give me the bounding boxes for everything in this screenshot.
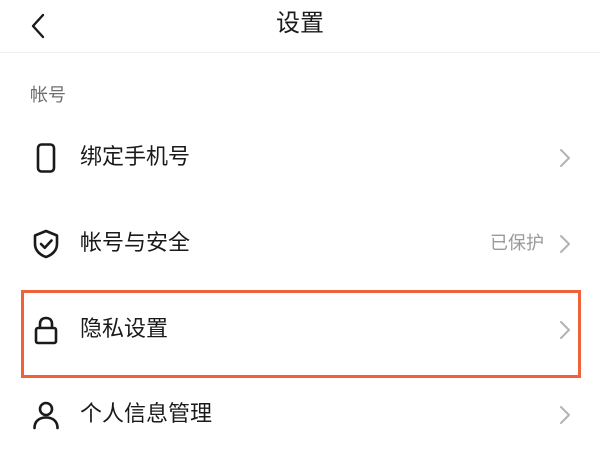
settings-item-label: 帐号与安全 — [80, 231, 191, 256]
settings-item-privacy[interactable]: 隐私设置 — [0, 292, 600, 376]
chevron-right-icon — [560, 321, 570, 339]
person-icon — [33, 401, 59, 430]
chevron-right-icon — [560, 149, 570, 167]
section-title-account: 帐号 — [30, 85, 66, 106]
lock-icon — [34, 316, 58, 345]
page-title: 设置 — [276, 9, 324, 37]
settings-item-label: 隐私设置 — [80, 317, 169, 342]
chevron-right-icon — [560, 406, 570, 424]
settings-item-label: 个人信息管理 — [80, 402, 213, 427]
settings-item-label: 绑定手机号 — [80, 145, 191, 170]
header-divider — [0, 53, 600, 63]
phone-icon — [36, 143, 56, 173]
top-nav-bar: 设置 — [0, 0, 600, 53]
settings-item-account-security[interactable]: 帐号与安全 已保护 — [0, 200, 600, 284]
settings-item-status: 已保护 — [490, 233, 544, 254]
chevron-right-icon — [560, 235, 570, 253]
shield-check-icon — [33, 229, 59, 259]
settings-item-bind-phone[interactable]: 绑定手机号 — [0, 116, 600, 200]
settings-item-personal-info[interactable]: 个人信息管理 — [0, 380, 600, 464]
